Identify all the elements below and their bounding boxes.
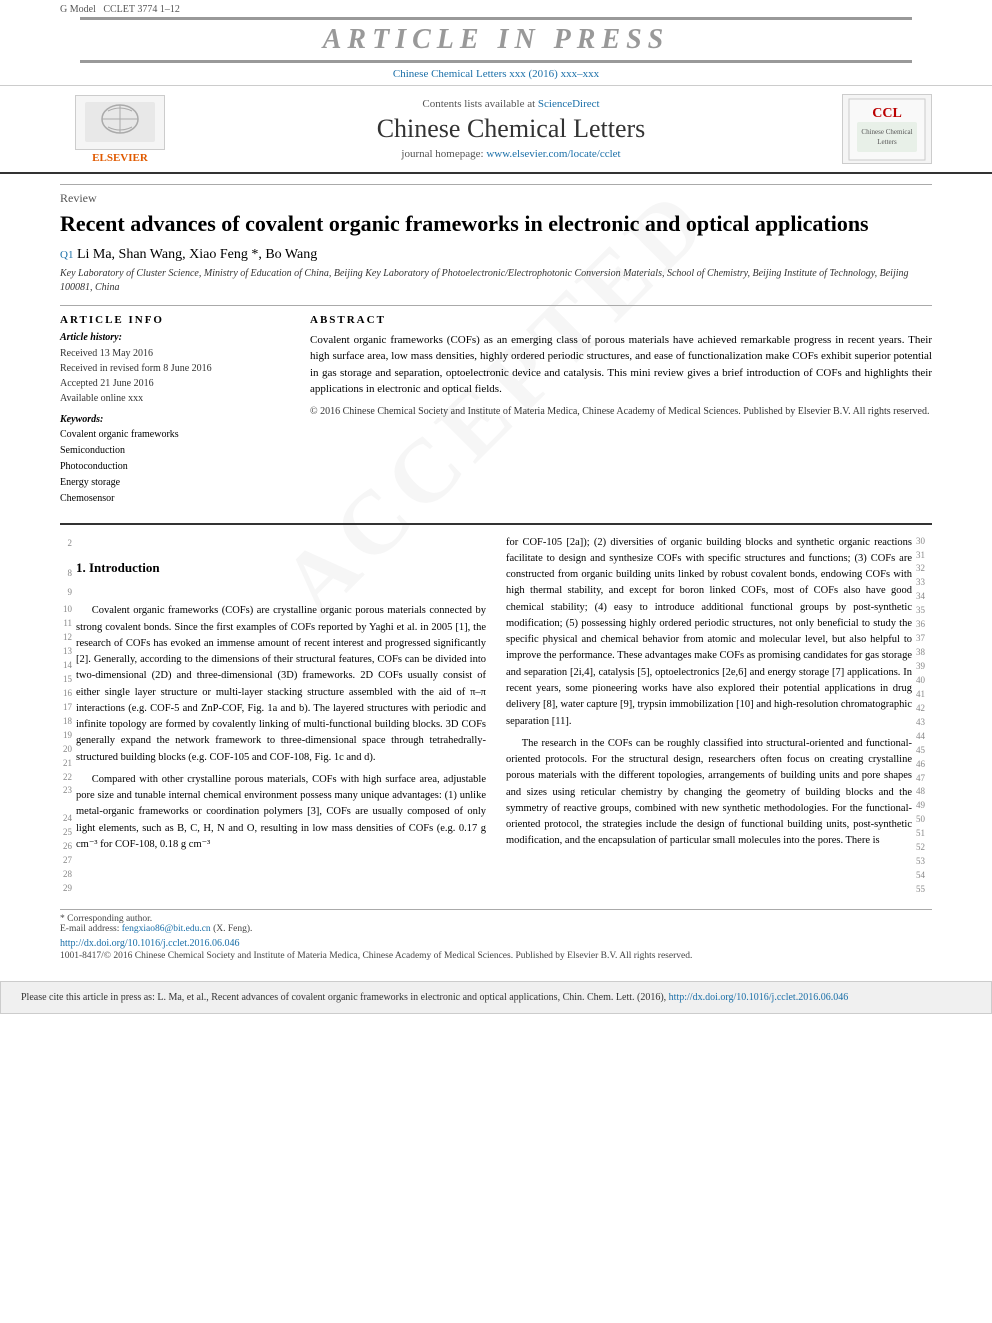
info-abstract-section: ARTICLE INFO Article history: Received 1… [60,305,932,507]
review-label: Review [60,184,932,206]
intro-section: 2 8 9 [60,523,932,897]
article-title: Recent advances of covalent organic fram… [60,210,932,239]
authors-line: Q1 Li Ma, Shan Wang, Xiao Feng *, Bo Wan… [60,247,932,263]
email-line: E-mail address: fengxiao86@bit.edu.cn (X… [60,924,932,934]
svg-text:Letters: Letters [877,138,897,146]
elsevier-image [75,95,165,150]
bottom-doi-link[interactable]: http://dx.doi.org/10.1016/j.cclet.2016.0… [669,992,849,1003]
cite-text: Please cite this article in press as: L.… [21,992,666,1003]
main-content: Review Recent advances of covalent organ… [0,174,992,971]
article-info-heading: ARTICLE INFO [60,314,290,326]
copyright-text: © 2016 Chinese Chemical Society and Inst… [310,404,932,419]
footnote-section: * Corresponding author. E-mail address: … [60,909,932,934]
elsevier-text: ELSEVIER [92,152,148,164]
issn-line: 1001-8417/© 2016 Chinese Chemical Societ… [60,951,932,961]
homepage-link[interactable]: www.elsevier.com/locate/cclet [486,148,620,160]
cite-line: Chinese Chemical Letters xxx (2016) xxx–… [0,65,992,83]
journal-center: Contents lists available at ScienceDirec… [180,98,842,160]
accepted-date: Accepted 21 June 2016 [60,376,290,391]
revised-date: Received in revised form 8 June 2016 [60,361,290,376]
contents-line: Contents lists available at ScienceDirec… [180,98,842,110]
top-banner: G Model CCLET 3774 1–12 ARTICLE IN PRESS… [0,0,992,86]
keywords-label: Keywords: [60,414,290,425]
intro-title: 1. Introduction [76,560,486,576]
available-online: Available online xxx [60,391,290,406]
article-in-press-banner: ARTICLE IN PRESS [80,17,912,63]
svg-text:CCL: CCL [872,106,902,121]
gmodel-line: G Model CCLET 3774 1–12 [0,4,992,15]
email-link[interactable]: fengxiao86@bit.edu.cn [122,924,211,934]
journal-homepage: journal homepage: www.elsevier.com/locat… [180,148,842,160]
keywords-section: Keywords: Covalent organic frameworks Se… [60,414,290,507]
history-label: Article history: [60,332,290,343]
ccl-logo: CCL Chinese Chemical Letters [842,94,932,164]
journal-header: ELSEVIER Contents lists available at Sci… [0,86,992,174]
line-numbers-body-left: 1011121314 1516171819 20212223 242526272… [60,603,76,896]
bottom-cite-bar: Please cite this article in press as: L.… [0,981,992,1014]
authors-text: Li Ma, Shan Wang, Xiao Feng *, Bo Wang [77,247,317,262]
received-date: Received 13 May 2016 [60,346,290,361]
line-numbers-left: 2 [60,535,76,552]
q1-badge: Q1 [60,249,73,261]
elsevier-logo-area: ELSEVIER [60,95,180,164]
abstract-col: ABSTRACT Covalent organic frameworks (CO… [310,314,932,507]
kw3: Photoconduction [60,459,290,475]
sciencedirect-link[interactable]: ScienceDirect [538,98,600,110]
corresponding-author: * Corresponding author. [60,914,932,924]
line-numbers-body-right: 3031323334 3536373839 4041424344 4546474… [912,535,932,897]
doi-line: http://dx.doi.org/10.1016/j.cclet.2016.0… [60,938,932,949]
intro-left-text: Covalent organic frameworks (COFs) are c… [76,603,486,896]
journal-name: Chinese Chemical Letters [180,114,842,144]
svg-text:Chinese Chemical: Chinese Chemical [861,128,912,136]
abstract-heading: ABSTRACT [310,314,932,326]
kw4: Energy storage [60,475,290,491]
kw5: Chemosensor [60,491,290,507]
affiliation: Key Laboratory of Cluster Science, Minis… [60,267,932,295]
article-info-col: ARTICLE INFO Article history: Received 1… [60,314,290,507]
kw1: Covalent organic frameworks [60,427,290,443]
line-num-col-left: 8 9 [60,560,76,604]
abstract-text: Covalent organic frameworks (COFs) as an… [310,332,932,398]
kw2: Semiconduction [60,443,290,459]
doi-link[interactable]: http://dx.doi.org/10.1016/j.cclet.2016.0… [60,938,240,949]
intro-right-text: for COF-105 [2a]); (2) diversities of or… [506,535,912,897]
